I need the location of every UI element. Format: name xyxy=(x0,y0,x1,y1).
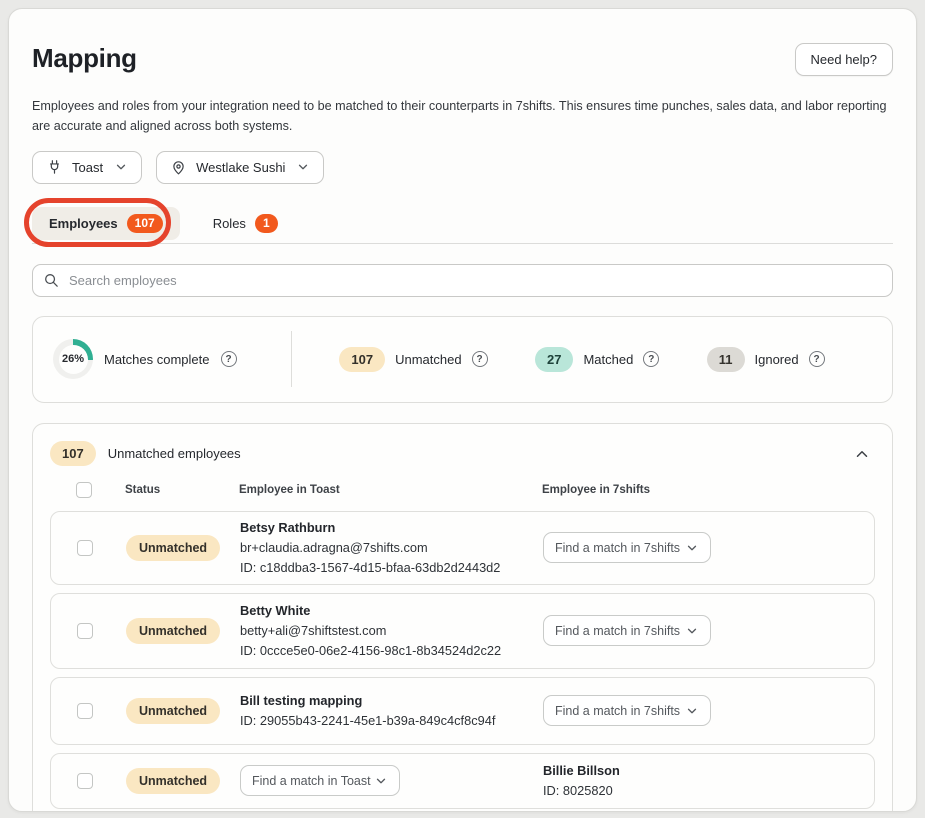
status-badge: Unmatched xyxy=(126,768,220,794)
help-icon[interactable]: ? xyxy=(472,351,488,367)
status-badge: Unmatched xyxy=(126,698,220,724)
progress-ring: 26% xyxy=(53,339,93,379)
unmatched-count-badge: 107 xyxy=(339,347,385,372)
section-count-badge: 107 xyxy=(50,441,96,466)
search-input[interactable] xyxy=(69,265,882,296)
employees-count-badge: 107 xyxy=(127,214,163,233)
roles-count-badge: 1 xyxy=(255,214,278,233)
status-badge: Unmatched xyxy=(126,535,220,561)
row-checkbox[interactable] xyxy=(77,703,93,719)
ignored-stat: 11 Ignored ? xyxy=(707,347,825,372)
ignored-count-badge: 11 xyxy=(707,347,745,372)
chevron-up-icon xyxy=(853,445,871,463)
employee-email: br+claudia.adragna@7shifts.com xyxy=(240,538,543,558)
chevron-down-icon xyxy=(114,160,128,174)
tab-employees-label: Employees xyxy=(49,216,118,231)
help-icon[interactable]: ? xyxy=(809,351,825,367)
tab-roles-label: Roles xyxy=(213,216,246,231)
find-match-label: Find a match in 7shifts xyxy=(555,624,680,638)
table-row: Unmatched Betsy Rathburn br+claudia.adra… xyxy=(50,511,875,585)
unmatched-label: Unmatched xyxy=(395,352,461,367)
chevron-down-icon xyxy=(685,704,699,718)
table-row: Unmatched Betty White betty+ali@7shiftst… xyxy=(50,593,875,669)
employee-email: betty+ali@7shiftstest.com xyxy=(240,621,543,641)
matched-label: Matched xyxy=(583,352,633,367)
tab-roles[interactable]: Roles 1 xyxy=(196,207,295,240)
stat-groups: 107 Unmatched ? 27 Matched ? 11 Ignored … xyxy=(292,347,872,372)
search-icon xyxy=(43,272,60,289)
employee-id: ID: 0ccce5e0-06e2-4156-98c1-8b34524d2c22 xyxy=(240,641,543,661)
chevron-down-icon xyxy=(685,541,699,555)
integration-dropdown[interactable]: Toast xyxy=(32,151,142,184)
find-match-7shifts-dropdown[interactable]: Find a match in 7shifts xyxy=(543,695,711,726)
matches-complete-label: Matches complete xyxy=(104,352,210,367)
matched-count-badge: 27 xyxy=(535,347,573,372)
row-checkbox[interactable] xyxy=(77,623,93,639)
table-row: Unmatched Bill testing mapping ID: 29055… xyxy=(50,677,875,745)
section-title: Unmatched employees xyxy=(108,446,241,461)
chevron-down-icon xyxy=(296,160,310,174)
matched-stat: 27 Matched ? xyxy=(535,347,659,372)
chevron-down-icon xyxy=(374,774,388,788)
table-row: Unmatched Find a match in Toast Billie B… xyxy=(50,753,875,809)
location-dropdown[interactable]: Westlake Sushi xyxy=(156,151,324,184)
column-header-7shifts: Employee in 7shifts xyxy=(542,484,875,496)
help-icon[interactable]: ? xyxy=(221,351,237,367)
match-stats-card: 26% Matches complete ? 107 Unmatched ? 2… xyxy=(32,316,893,403)
employee-name: Billie Billson xyxy=(543,761,874,781)
column-header-toast: Employee in Toast xyxy=(239,484,542,496)
tab-employees[interactable]: Employees 107 xyxy=(32,207,180,240)
column-header-status: Status xyxy=(125,484,239,496)
unmatched-stat: 107 Unmatched ? xyxy=(339,347,487,372)
section-header: 107 Unmatched employees xyxy=(50,439,875,469)
help-icon[interactable]: ? xyxy=(643,351,659,367)
page-title: Mapping xyxy=(32,43,137,74)
employee-name: Betsy Rathburn xyxy=(240,518,543,538)
page-header: Mapping Need help? xyxy=(32,43,893,76)
matches-complete-stat: 26% Matches complete ? xyxy=(53,339,291,379)
find-match-toast-dropdown[interactable]: Find a match in Toast xyxy=(240,765,400,796)
integration-label: Toast xyxy=(72,160,103,175)
progress-percent: 26% xyxy=(59,345,88,374)
row-checkbox[interactable] xyxy=(77,773,93,789)
search-bar xyxy=(32,264,893,297)
chevron-down-icon xyxy=(685,624,699,638)
find-match-label: Find a match in 7shifts xyxy=(555,541,680,555)
plug-icon xyxy=(46,159,63,176)
tab-bar: Employees 107 Roles 1 xyxy=(32,207,893,244)
table-header: Status Employee in Toast Employee in 7sh… xyxy=(50,469,875,511)
row-checkbox[interactable] xyxy=(77,540,93,556)
ignored-label: Ignored xyxy=(755,352,799,367)
employee-name: Bill testing mapping xyxy=(240,691,543,711)
find-match-7shifts-dropdown[interactable]: Find a match in 7shifts xyxy=(543,615,711,646)
employee-name: Betty White xyxy=(240,601,543,621)
find-match-label: Find a match in 7shifts xyxy=(555,704,680,718)
filter-bar: Toast Westlake Sushi xyxy=(32,151,893,184)
need-help-button[interactable]: Need help? xyxy=(795,43,894,76)
employee-id: ID: 29055b43-2241-45e1-b39a-849c4cf8c94f xyxy=(240,711,543,731)
employee-id: ID: 8025820 xyxy=(543,781,874,801)
status-badge: Unmatched xyxy=(126,618,220,644)
collapse-section-button[interactable] xyxy=(849,441,875,467)
location-label: Westlake Sushi xyxy=(196,160,285,175)
employee-id: ID: c18ddba3-1567-4d15-bfaa-63db2d2443d2 xyxy=(240,558,543,578)
find-match-label: Find a match in Toast xyxy=(252,774,371,788)
unmatched-employees-card: 107 Unmatched employees Status Employee … xyxy=(32,423,893,812)
location-pin-icon xyxy=(170,159,187,176)
mapping-page-card: Mapping Need help? Employees and roles f… xyxy=(8,8,917,812)
find-match-7shifts-dropdown[interactable]: Find a match in 7shifts xyxy=(543,532,711,563)
select-all-checkbox[interactable] xyxy=(76,482,92,498)
page-description: Employees and roles from your integratio… xyxy=(32,96,893,137)
